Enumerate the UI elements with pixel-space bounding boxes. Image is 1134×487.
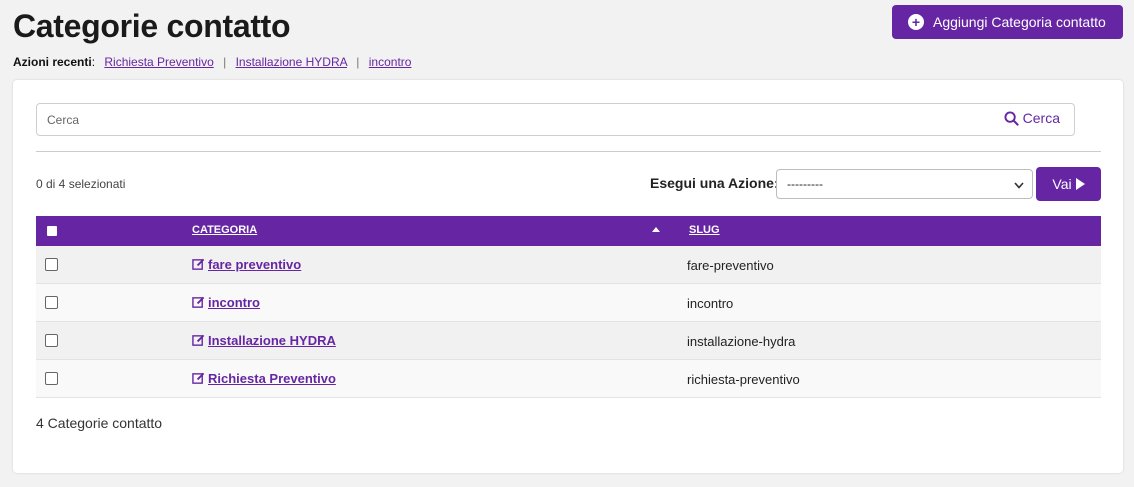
add-category-label: Aggiungi Categoria contatto <box>933 14 1106 30</box>
category-link[interactable]: fare preventivo <box>192 257 301 272</box>
recent-action-link[interactable]: incontro <box>369 55 412 69</box>
table-row: Richiesta Preventivo richiesta-preventiv… <box>36 360 1101 398</box>
edit-icon <box>192 372 205 385</box>
result-count: 4 Categorie contatto <box>36 415 163 431</box>
recent-action-link[interactable]: Installazione HYDRA <box>236 55 347 69</box>
sort-asc-icon[interactable] <box>652 227 660 232</box>
table-row: fare preventivo fare-preventivo <box>36 246 1101 284</box>
category-name: Richiesta Preventivo <box>208 371 336 386</box>
row-checkbox[interactable] <box>45 258 58 271</box>
go-button[interactable]: Vai <box>1036 167 1101 201</box>
play-icon <box>1075 178 1085 190</box>
plus-circle-icon: + <box>908 14 924 30</box>
edit-icon <box>192 296 205 309</box>
search-button-label: Cerca <box>1022 110 1060 126</box>
category-name: Installazione HYDRA <box>208 333 336 348</box>
recent-action-link[interactable]: Richiesta Preventivo <box>104 55 213 69</box>
column-header-slug[interactable]: SLUG <box>689 224 720 236</box>
recent-actions-label: Azioni recenti <box>13 55 92 69</box>
category-slug: installazione-hydra <box>687 334 796 349</box>
recent-actions: Azioni recenti: Richiesta Preventivo | I… <box>13 55 412 69</box>
edit-icon <box>192 334 205 347</box>
category-name: incontro <box>208 295 260 310</box>
search-icon <box>1004 110 1019 126</box>
category-slug: incontro <box>687 296 734 311</box>
page-title: Categorie contatto <box>13 8 291 44</box>
chevron-down-icon <box>1014 182 1024 189</box>
category-link[interactable]: Installazione HYDRA <box>192 333 336 348</box>
row-checkbox[interactable] <box>45 334 58 347</box>
add-category-button[interactable]: + Aggiungi Categoria contatto <box>892 5 1123 39</box>
column-header-categoria[interactable]: CATEGORIA <box>192 224 257 236</box>
category-slug: richiesta-preventivo <box>687 372 800 387</box>
category-link[interactable]: incontro <box>192 295 260 310</box>
search-input[interactable] <box>37 104 987 135</box>
divider <box>36 151 1101 152</box>
row-checkbox[interactable] <box>45 372 58 385</box>
category-link[interactable]: Richiesta Preventivo <box>192 371 336 386</box>
categories-table: CATEGORIA SLUG fare preventivo fare-prev… <box>36 216 1101 398</box>
main-card: Cerca 0 di 4 selezionati Esegui una Azio… <box>13 80 1123 473</box>
go-button-label: Vai <box>1052 176 1072 192</box>
category-name: fare preventivo <box>208 257 302 272</box>
action-select[interactable]: --------- <box>776 169 1033 199</box>
category-slug: fare-preventivo <box>687 258 774 273</box>
search-box: Cerca <box>36 103 1075 136</box>
select-all-checkbox[interactable] <box>47 226 57 236</box>
separator: | <box>223 55 227 69</box>
edit-icon <box>192 258 205 271</box>
action-label: Esegui una Azione: <box>650 175 779 191</box>
search-button[interactable]: Cerca <box>1004 110 1060 126</box>
selected-count: 0 di 4 selezionati <box>36 177 126 191</box>
table-row: incontro incontro <box>36 284 1101 322</box>
table-header: CATEGORIA SLUG <box>36 216 1101 246</box>
table-row: Installazione HYDRA installazione-hydra <box>36 322 1101 360</box>
separator: | <box>356 55 360 69</box>
row-checkbox[interactable] <box>45 296 58 309</box>
action-select-value: --------- <box>787 177 823 191</box>
